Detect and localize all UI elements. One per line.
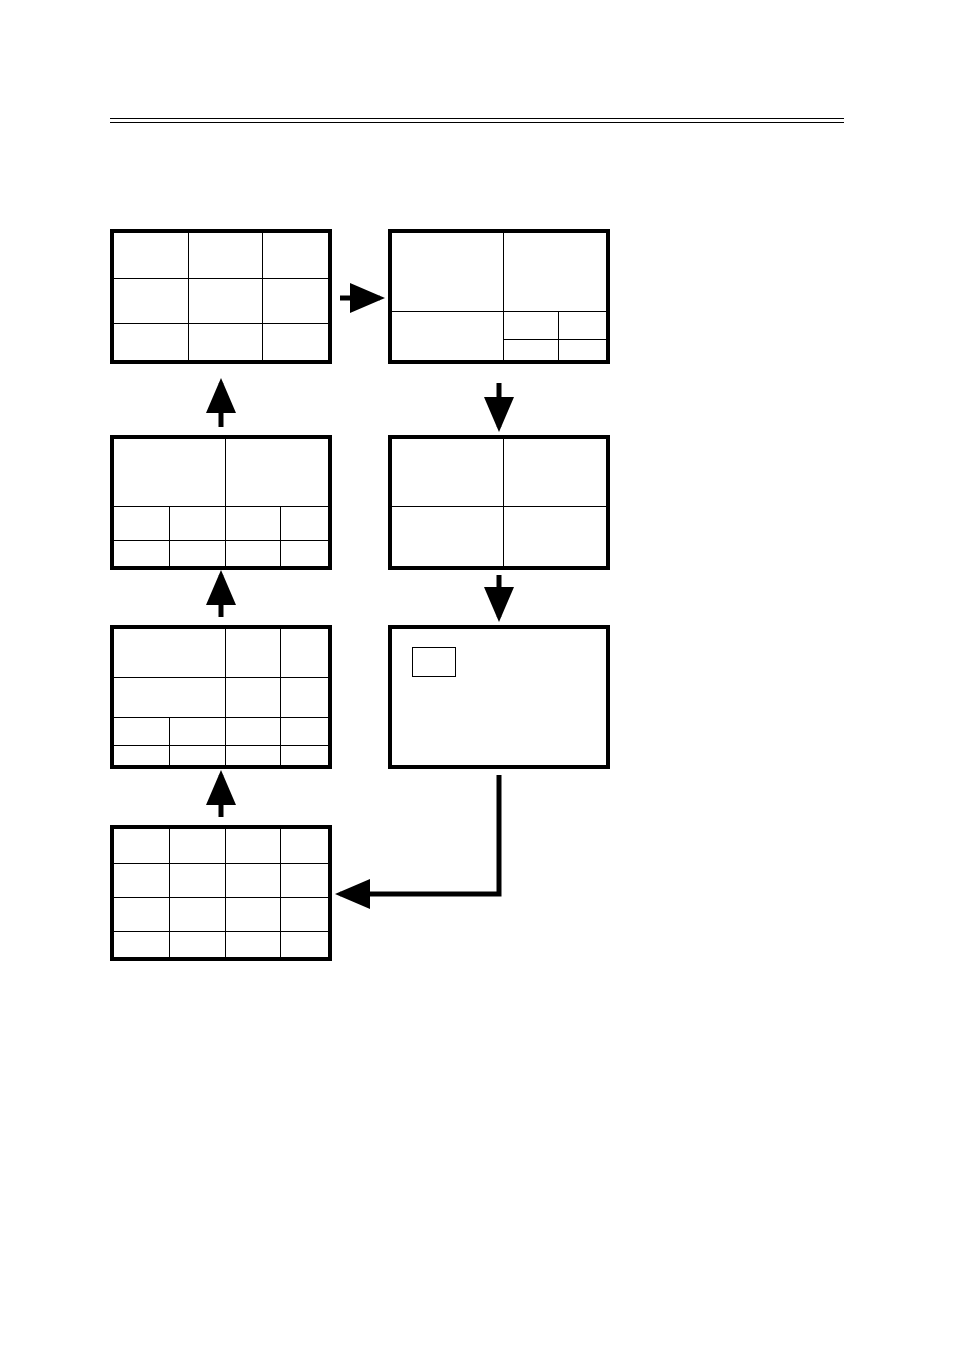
- page: { "diagram": { "boxes": [ { "id": "box1"…: [0, 0, 954, 1351]
- arrows-layer: [0, 0, 954, 1351]
- arrow-elbow-7-4: [340, 775, 499, 894]
